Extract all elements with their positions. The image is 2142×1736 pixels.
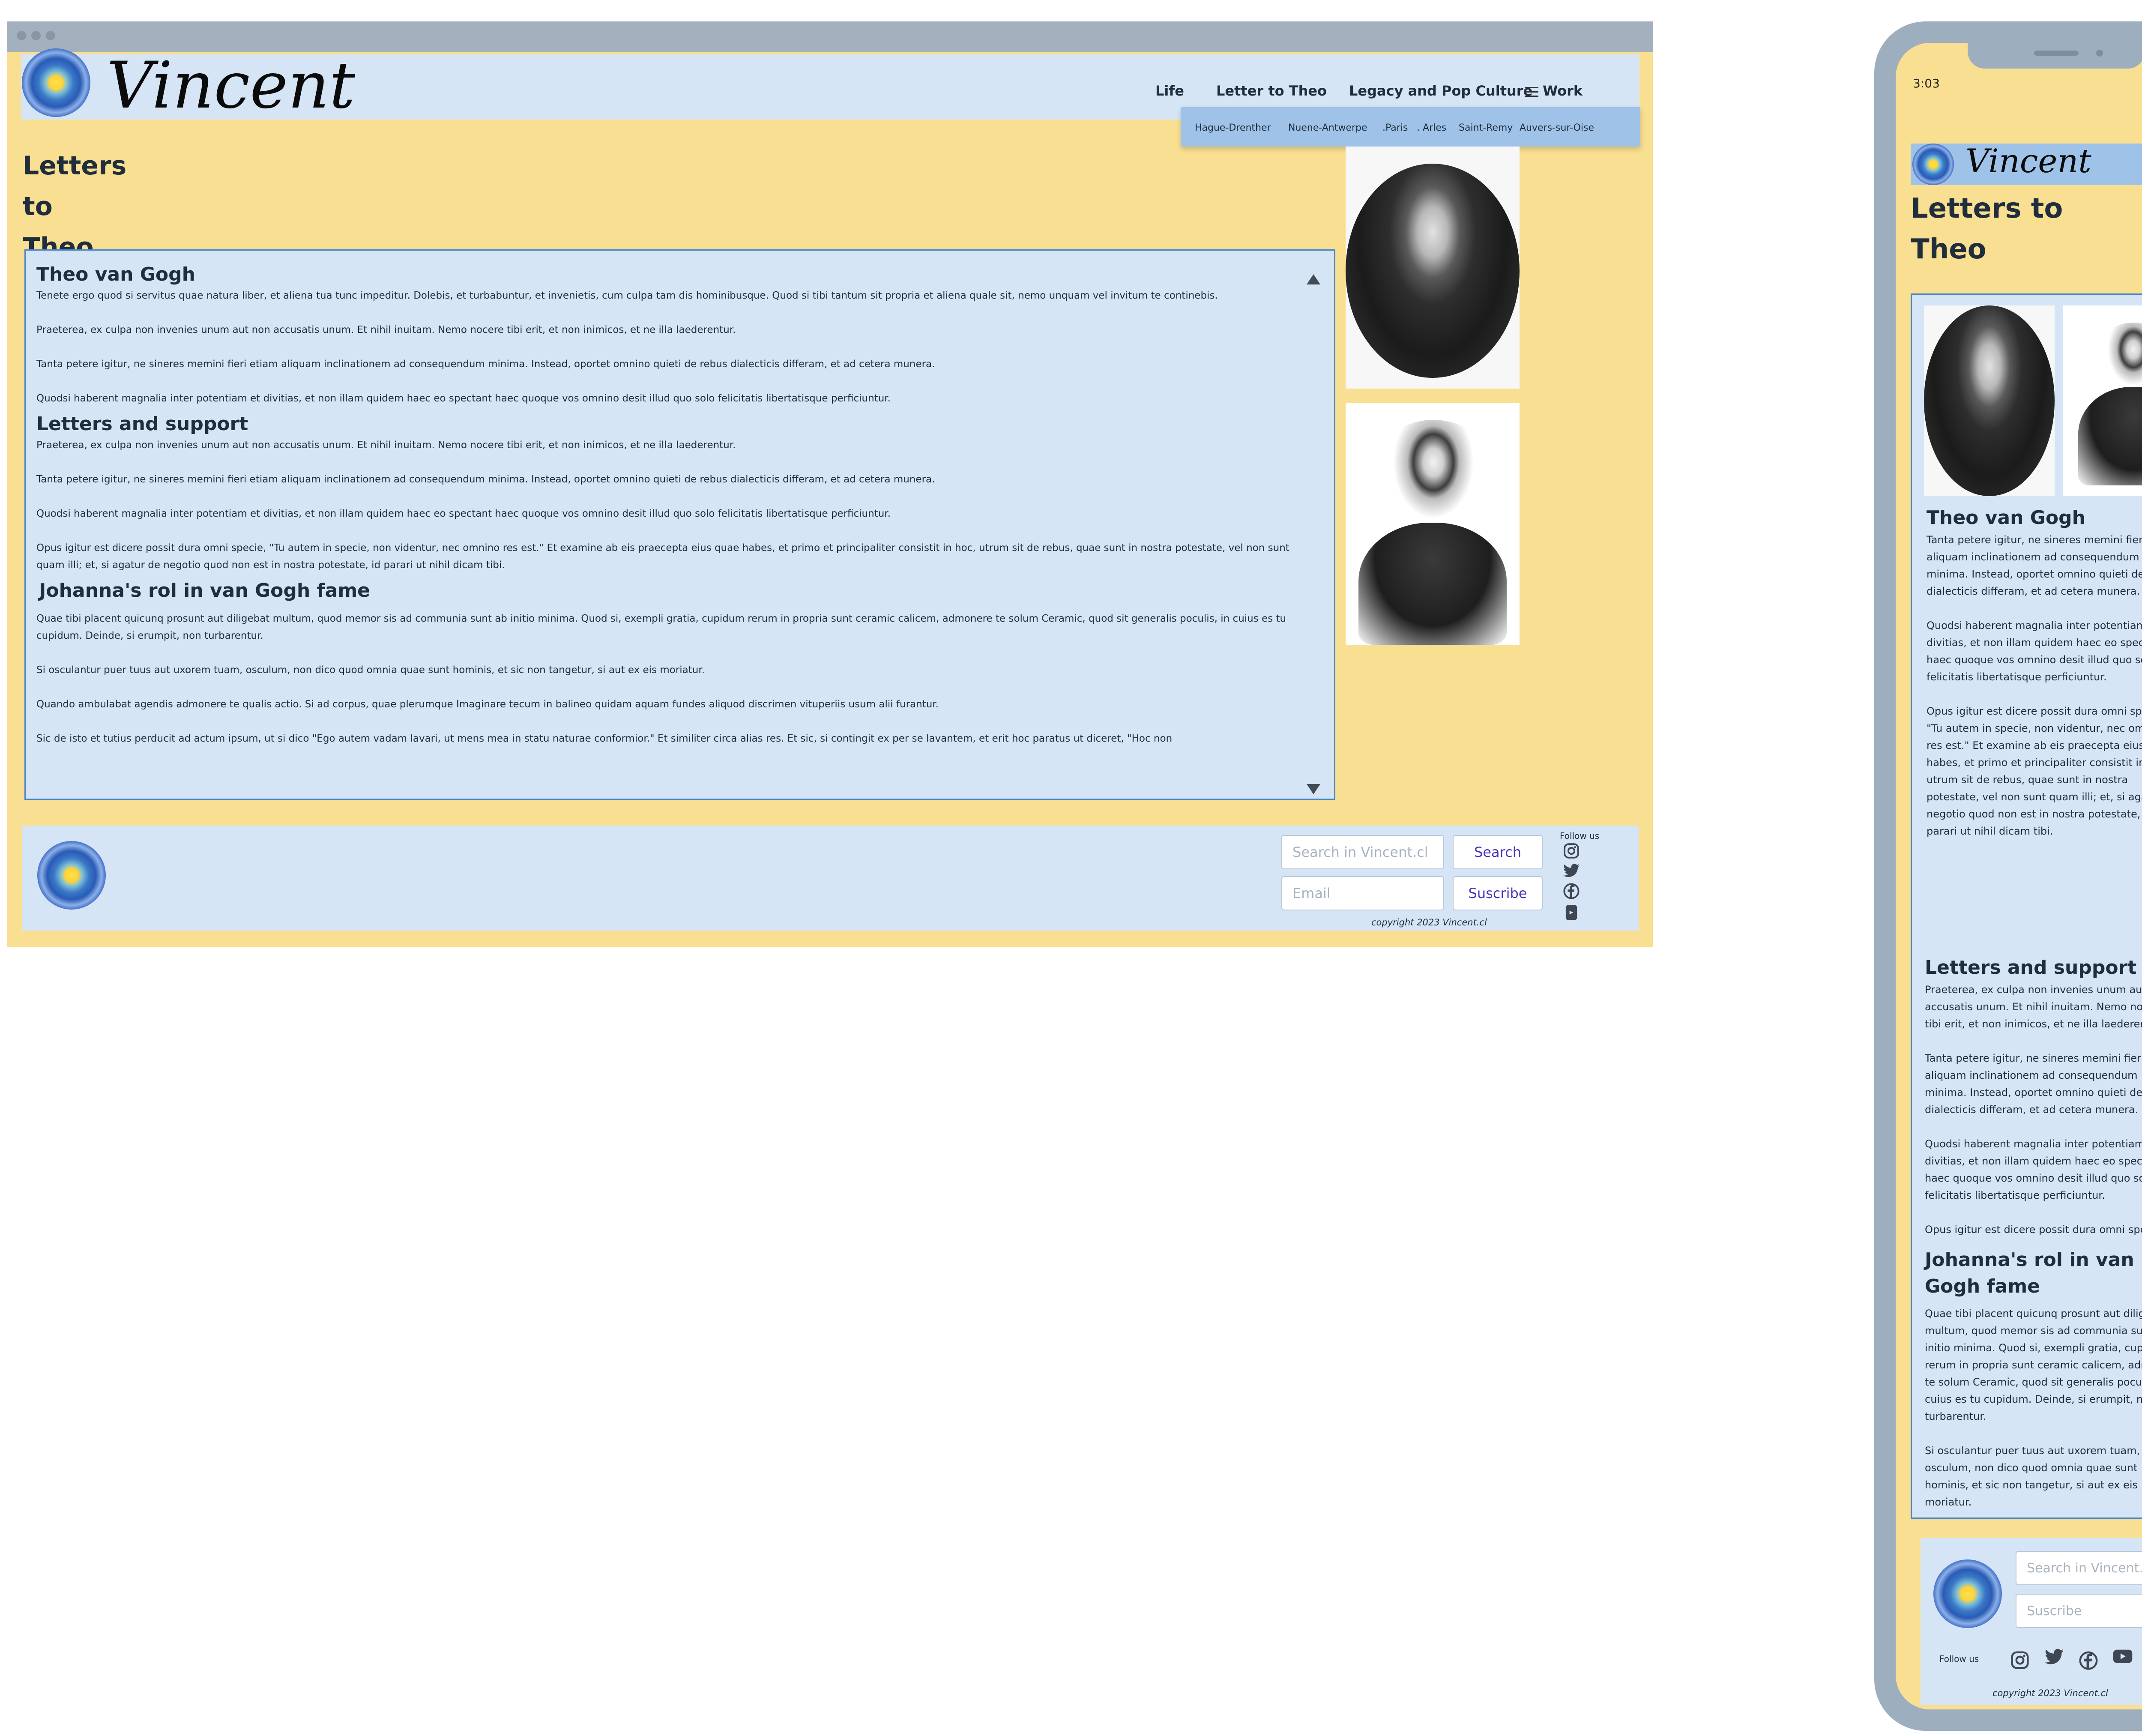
menu-icon[interactable] [1525,87,1538,100]
desktop-browser-window: Vincent Life Letter to Theo Legacy and P… [7,21,1653,947]
search-button[interactable]: Search [1453,835,1543,869]
brand-script-logo[interactable]: Vincent [107,48,355,123]
submenu-item[interactable]: Nuene-Antwerpe [1288,123,1367,133]
letters-scroll-panel[interactable]: Theo van Gogh Tanta petere igitur, ne si… [1911,293,2142,1519]
paragraph: Opus igitur est dicere possit dura omni … [1925,1224,2142,1236]
paragraph: Praeterea, ex culpa non invenies unum au… [36,440,736,451]
section-heading-letters: Letters and support [1925,957,2137,979]
theo-portrait-photo [1924,305,2055,496]
site-footer: Search in Vincent.cl Search Email Suscri… [22,826,1639,931]
phone-notch [1968,43,2142,69]
brand-script-logo[interactable]: Vincent [1965,142,2091,180]
paragraph: Quae tibi placent quicunq prosunt aut di… [36,613,1286,641]
search-input[interactable]: Search in Vincent.cl [2016,1551,2142,1585]
copyright-text: copyright 2023 Vincent.cl [1992,1688,2108,1698]
mobile-header: Vincent [1911,142,2142,185]
window-close-dot[interactable] [17,31,26,40]
email-input[interactable]: Email [1281,876,1444,910]
paragraph: Tenete ergo quod si servitus quae natura… [36,290,1218,301]
paragraph: Tanta petere igitur, ne sineres memini f… [1927,534,2142,597]
footer-sun-logo-icon [37,841,106,910]
work-submenu: Hague-Drenther Nuene-Antwerpe .Paris . A… [1181,107,1640,147]
paragraph: Quae tibi placent quicunq prosunt aut di… [1925,1308,2142,1422]
paragraph: Opus igitur est dicere possit dura omni … [1927,705,2142,837]
letters-scroll-panel[interactable]: Theo van Gogh Tenete ergo quod si servit… [24,249,1335,800]
subscribe-button[interactable]: Suscribe [1453,876,1543,910]
paragraph: Tanta petere igitur, ne sineres memini f… [36,474,935,485]
paragraph: Opus igitur est dicere possit dura omni … [36,542,1289,571]
follow-us-label: Follow us [1939,1654,1979,1664]
paragraph: Sic de isto et tutius perducit ad actum … [36,733,1173,744]
youtube-icon[interactable] [2112,1649,2133,1664]
subscribe-input[interactable]: Suscribe [2016,1594,2142,1628]
youtube-icon[interactable] [1565,904,1578,921]
search-input[interactable]: Search in Vincent.cl [1281,835,1444,869]
follow-us-label: Follow us [1560,831,1600,841]
mobile-footer: Search in Vincent.cl Suscribe Follow us … [1921,1538,2142,1705]
browser-title-bar [7,21,1653,52]
paragraph: Quodsi haberent magnalia inter potentiam… [1925,1138,2142,1201]
nav-legacy-pop-culture[interactable]: Legacy and Pop Culture [1349,83,1532,99]
paragraph: Praeterea, ex culpa non invenies unum au… [36,324,736,335]
paragraph: Quodsi haberent magnalia inter potentiam… [36,508,891,519]
scroll-down-arrow-icon[interactable] [1307,784,1320,794]
paragraph: Quando ambulabat agendis admonere te qua… [36,699,939,710]
paragraph: Tanta petere igitur, ne sineres memini f… [1925,1052,2142,1116]
johanna-portrait-photo [1346,403,1520,645]
section-heading-johanna: Johanna's rol in van Gogh fame [39,580,371,602]
twitter-icon[interactable] [1563,863,1580,878]
paragraph: Quodsi haberent magnalia inter potentiam… [36,393,891,404]
starry-sun-logo-icon[interactable] [22,48,90,117]
footer-sun-logo-icon [1933,1559,2002,1628]
section-heading-theo: Theo van Gogh [1927,507,2085,529]
paragraph: Si osculantur puer tuus aut uxorem tuam,… [36,664,705,676]
paragraph: Quodsi haberent magnalia inter potentiam… [1927,620,2142,683]
submenu-item[interactable]: Hague-Drenther [1195,123,1271,133]
section-heading-letters: Letters and support [36,413,248,435]
submenu-item[interactable]: Saint-Remy [1459,123,1513,133]
phone-frame: 3:03 Vincent Letters to Theo Theo van Go… [1874,21,2142,1731]
window-minimize-dot[interactable] [31,31,41,40]
instagram-icon[interactable] [2010,1651,2029,1670]
paragraph: Si osculantur puer tuus aut uxorem tuam,… [1925,1445,2140,1508]
johanna-portrait-photo [2063,305,2142,496]
nav-letter-to-theo[interactable]: Letter to Theo [1216,83,1327,99]
paragraph: Tanta petere igitur, ne sineres memini f… [36,359,935,370]
starry-sun-logo-icon[interactable] [1912,144,1954,185]
submenu-item[interactable]: . Arles [1417,123,1446,133]
phone-article: Letters and support Praeterea, ex culpa … [1925,955,2142,1518]
section-heading-theo: Theo van Gogh [36,263,195,285]
facebook-icon[interactable] [1563,883,1580,899]
page-title: Letters to Theo [1911,193,2063,265]
nav-work[interactable]: Work [1543,83,1583,99]
twitter-icon[interactable] [2045,1649,2064,1665]
status-bar-time: 3:03 [1913,76,1940,90]
theo-portrait-photo [1346,147,1520,389]
window-maximize-dot[interactable] [46,31,55,40]
phone-article: Theo van Gogh Tanta petere igitur, ne si… [1927,505,2142,874]
facebook-icon[interactable] [2079,1651,2098,1670]
phone-screen: 3:03 Vincent Letters to Theo Theo van Go… [1896,43,2142,1709]
nav-life[interactable]: Life [1155,83,1184,99]
section-heading-johanna: Johanna's rol in van Gogh fame [1925,1249,2134,1297]
submenu-item[interactable]: Auvers-sur-Oise [1520,123,1594,133]
paragraph: Praeterea, ex culpa non invenies unum au… [1925,984,2142,1030]
submenu-item[interactable]: .Paris [1382,123,1408,133]
instagram-icon[interactable] [1563,843,1580,859]
copyright-text: copyright 2023 Vincent.cl [1371,917,1487,928]
